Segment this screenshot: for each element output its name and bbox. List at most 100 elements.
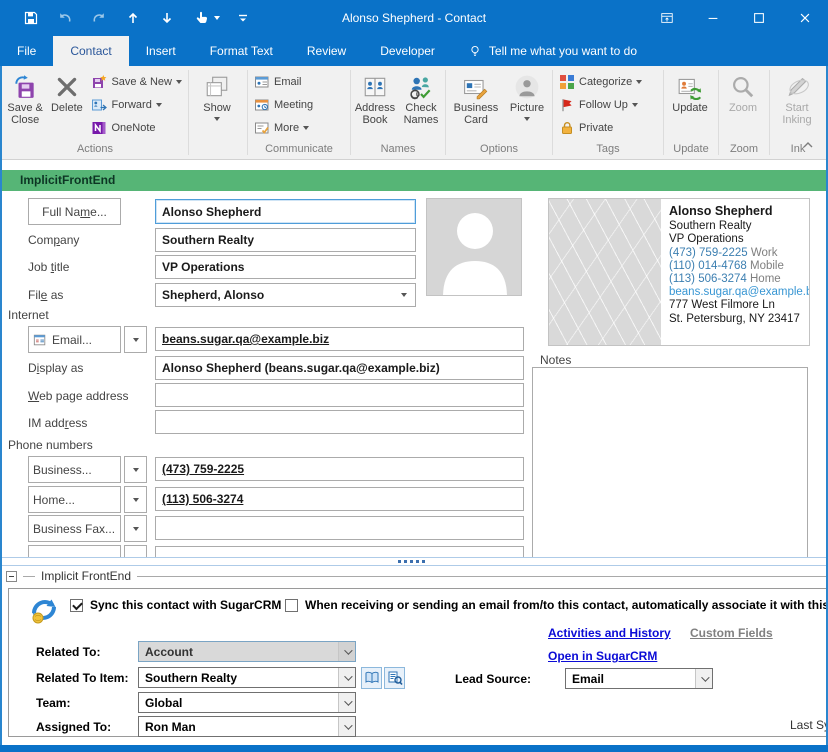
ribbon-display-options-icon[interactable] xyxy=(644,0,690,36)
phone-extra-dropdown[interactable] xyxy=(124,545,147,557)
pane-splitter[interactable] xyxy=(0,557,828,566)
related-to-item-combobox[interactable]: Southern Realty xyxy=(138,667,356,688)
web-page-input[interactable] xyxy=(155,383,524,407)
team-combobox[interactable]: Global xyxy=(138,692,356,713)
lead-source-combobox[interactable]: Email xyxy=(565,668,713,689)
show-label: Show xyxy=(203,102,231,114)
lookup-book-button[interactable] xyxy=(361,667,382,689)
forward-button[interactable]: Forward xyxy=(86,93,187,116)
related-to-value: Account xyxy=(145,645,193,659)
sync-contact-checkbox-label: Sync this contact with SugarCRM xyxy=(90,598,281,612)
addin-panel-title: Implicit FrontEnd xyxy=(41,569,131,583)
phone-extra-input[interactable] xyxy=(155,546,524,557)
file-as-combobox[interactable]: Shepherd, Alonso xyxy=(155,283,416,307)
addin-panel-header: Implicit FrontEnd xyxy=(6,569,828,583)
phone-business-fax-button[interactable]: Business Fax... xyxy=(28,515,121,542)
redo-icon[interactable] xyxy=(88,7,110,29)
phone-business-fax-input[interactable] xyxy=(155,516,524,540)
phone-home-dropdown[interactable] xyxy=(124,486,147,513)
activities-history-link[interactable]: Activities and History xyxy=(548,626,671,640)
card-address-line2: St. Petersburg, NY 23417 xyxy=(669,313,805,326)
tab-review[interactable]: Review xyxy=(290,36,363,66)
previous-item-icon[interactable] xyxy=(122,7,144,29)
phone-home-input[interactable]: (113) 506-3274 xyxy=(155,487,524,511)
email-field-button[interactable]: Email... xyxy=(28,326,121,353)
auto-associate-checkbox[interactable] xyxy=(285,599,298,612)
company-input[interactable]: Southern Realty xyxy=(155,228,416,252)
tab-insert[interactable]: Insert xyxy=(129,36,193,66)
custom-fields-link[interactable]: Custom Fields xyxy=(690,626,773,640)
delete-button[interactable]: Delete xyxy=(47,67,86,142)
private-button[interactable]: Private xyxy=(554,116,647,139)
tab-file[interactable]: File xyxy=(0,36,53,66)
phone-business-fax-dropdown[interactable] xyxy=(124,515,147,542)
onenote-label: OneNote xyxy=(111,122,155,134)
phone-home-button[interactable]: Home... xyxy=(28,486,121,513)
sync-contact-checkbox[interactable] xyxy=(70,599,83,612)
categorize-button[interactable]: Categorize xyxy=(554,70,647,93)
picture-button[interactable]: Picture xyxy=(505,67,549,142)
tab-contact[interactable]: Contact xyxy=(53,36,128,66)
window-border-left xyxy=(0,66,2,745)
assigned-to-value: Ron Man xyxy=(145,720,196,734)
email-button[interactable]: Email xyxy=(249,70,318,93)
maximize-icon[interactable] xyxy=(736,0,782,36)
address-book-button[interactable]: Address Book xyxy=(352,67,398,142)
tab-developer[interactable]: Developer xyxy=(363,36,452,66)
zoom-button[interactable]: Zoom xyxy=(720,67,766,142)
meeting-button[interactable]: Meeting xyxy=(249,93,318,116)
phone-business-input[interactable]: (473) 759-2225 xyxy=(155,457,524,481)
undo-icon[interactable] xyxy=(54,7,76,29)
save-new-button[interactable]: Save & New xyxy=(86,70,187,93)
phone-extra-button[interactable] xyxy=(28,545,121,557)
address-book-icon xyxy=(362,72,388,102)
display-as-input[interactable]: Alonso Shepherd (beans.sugar.qa@example.… xyxy=(155,356,524,380)
phone-business-button[interactable]: Business... xyxy=(28,456,121,483)
window-border-bottom[interactable] xyxy=(0,745,828,752)
meeting-icon xyxy=(254,97,270,113)
email-input[interactable]: beans.sugar.qa@example.biz xyxy=(155,327,524,351)
ribbon: Save & Close Delete Save & New xyxy=(0,66,828,160)
contact-photo-placeholder[interactable] xyxy=(426,198,522,296)
onenote-button[interactable]: OneNote xyxy=(86,116,187,139)
im-address-input[interactable] xyxy=(155,410,524,434)
start-inking-button[interactable]: Start Inking xyxy=(771,67,823,142)
business-card-button[interactable]: Business Card xyxy=(447,67,505,142)
card-email: beans.sugar.qa@example.biz xyxy=(669,286,805,299)
window-controls xyxy=(644,0,828,36)
open-in-sugarcrm-link[interactable]: Open in SugarCRM xyxy=(548,649,657,663)
collapse-panel-icon[interactable] xyxy=(6,571,17,582)
group-label-actions: Actions xyxy=(3,142,187,159)
update-button[interactable]: Update xyxy=(665,67,715,142)
next-item-icon[interactable] xyxy=(156,7,178,29)
notes-textarea[interactable] xyxy=(532,367,808,557)
search-records-button[interactable] xyxy=(384,667,405,689)
assigned-to-combobox[interactable]: Ron Man xyxy=(138,716,356,737)
follow-up-label: Follow Up xyxy=(579,99,628,111)
save-close-button[interactable]: Save & Close xyxy=(3,67,47,142)
phone-business-dropdown[interactable] xyxy=(124,456,147,483)
ribbon-tab-row: File Contact Insert Format Text Review D… xyxy=(0,36,828,66)
tell-me-box[interactable]: Tell me what you want to do xyxy=(468,36,637,66)
job-title-input[interactable]: VP Operations xyxy=(155,255,416,279)
show-button[interactable]: Show xyxy=(190,67,244,142)
follow-up-button[interactable]: Follow Up xyxy=(554,93,647,116)
window-title: Alonso Shepherd - Contact xyxy=(200,11,628,25)
collapse-ribbon-icon[interactable] xyxy=(802,139,814,153)
group-separator xyxy=(769,70,770,155)
minimize-icon[interactable] xyxy=(690,0,736,36)
save-icon[interactable] xyxy=(20,7,42,29)
full-name-input[interactable]: Alonso Shepherd xyxy=(155,199,416,224)
related-to-combobox[interactable]: Account xyxy=(138,641,356,662)
more-button[interactable]: More xyxy=(249,116,318,139)
check-names-button[interactable]: Check Names xyxy=(398,67,444,142)
email-field-dropdown[interactable] xyxy=(124,326,147,353)
onenote-icon xyxy=(91,120,107,136)
splitter-grip-icon xyxy=(398,560,425,563)
business-card-preview[interactable]: Alonso Shepherd Southern Realty VP Opera… xyxy=(548,198,810,346)
picture-icon xyxy=(514,72,540,102)
web-page-label: Web page address xyxy=(28,389,129,403)
close-icon[interactable] xyxy=(782,0,828,36)
full-name-button[interactable]: Full Name... xyxy=(28,198,121,225)
tab-format-text[interactable]: Format Text xyxy=(193,36,290,66)
